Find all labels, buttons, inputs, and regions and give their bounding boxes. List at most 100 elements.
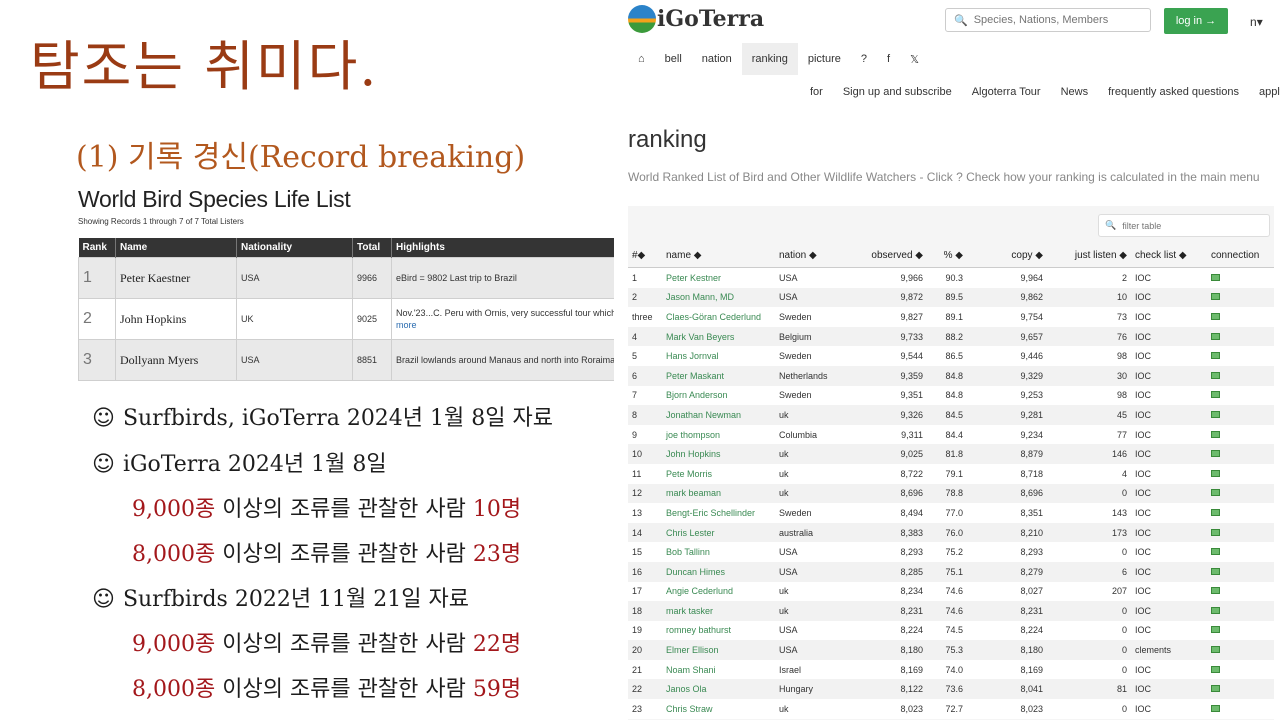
name-cell[interactable]: Claes-Göran Cederlund [662, 307, 775, 327]
language-dropdown[interactable]: n▾ [1250, 15, 1263, 29]
col-percent[interactable]: % ◆ [927, 244, 967, 268]
connection-icon[interactable] [1211, 391, 1220, 399]
name-cell[interactable]: Jason Mann, MD [662, 287, 775, 308]
connection-cell[interactable] [1207, 444, 1274, 464]
name-cell[interactable]: Chris Straw [662, 699, 775, 719]
name-cell[interactable]: Peter Kestner [662, 267, 775, 288]
connection-cell[interactable] [1207, 679, 1274, 700]
home-icon[interactable]: ⌂ [628, 43, 655, 75]
connection-cell[interactable] [1207, 640, 1274, 660]
connection-cell[interactable] [1207, 522, 1274, 543]
connection-icon[interactable] [1211, 450, 1220, 458]
name-cell[interactable]: mark tasker [662, 601, 775, 621]
connection-icon[interactable] [1211, 548, 1220, 556]
filter-input[interactable] [1120, 219, 1265, 232]
name-cell[interactable]: Peter Maskant [662, 365, 775, 386]
nav-nation[interactable]: nation [692, 43, 742, 75]
connection-cell[interactable] [1207, 601, 1274, 621]
col-check-list[interactable]: check list ◆ [1131, 244, 1207, 268]
connection-cell[interactable] [1207, 365, 1274, 386]
connection-cell[interactable] [1207, 307, 1274, 327]
nav-picture[interactable]: picture [798, 43, 851, 75]
connection-icon[interactable] [1211, 606, 1220, 614]
connection-cell[interactable] [1207, 483, 1274, 504]
connection-cell[interactable] [1207, 346, 1274, 366]
search-box[interactable]: 🔍 [945, 8, 1151, 32]
connection-icon[interactable] [1211, 587, 1220, 595]
name-cell[interactable]: John Hopkins [115, 298, 237, 340]
subnav-signup[interactable]: Sign up and subscribe [833, 86, 962, 98]
name-cell[interactable]: Elmer Ellison [662, 640, 775, 660]
name-cell[interactable]: Bob Tallinn [662, 542, 775, 562]
nav-ranking[interactable]: ranking [741, 43, 798, 75]
connection-cell[interactable] [1207, 424, 1274, 445]
col-nationality[interactable]: Nationality [236, 238, 353, 258]
col-observed[interactable]: observed ◆ [855, 244, 927, 268]
subnav-for[interactable]: for [800, 86, 833, 98]
name-cell[interactable]: John Hopkins [662, 444, 775, 464]
connection-icon[interactable] [1211, 312, 1220, 320]
name-cell[interactable]: Bjorn Anderson [662, 385, 775, 406]
col-rank[interactable]: #◆ [628, 244, 662, 268]
connection-icon[interactable] [1211, 489, 1220, 497]
connection-cell[interactable] [1207, 326, 1274, 347]
col-name[interactable]: Name [115, 238, 237, 258]
nav-bell[interactable]: bell [655, 43, 692, 75]
name-cell[interactable]: Jonathan Newman [662, 405, 775, 425]
connection-icon[interactable] [1211, 528, 1220, 536]
connection-icon[interactable] [1211, 685, 1220, 693]
col-total[interactable]: Total [352, 238, 392, 258]
connection-icon[interactable] [1211, 332, 1220, 340]
name-cell[interactable]: Bengt-Eric Schellinder [662, 503, 775, 523]
more-link[interactable]: more [396, 320, 417, 330]
connection-cell[interactable] [1207, 267, 1274, 288]
col-copy[interactable]: copy ◆ [967, 244, 1047, 268]
connection-icon[interactable] [1211, 273, 1220, 281]
connection-cell[interactable] [1207, 659, 1274, 680]
connection-cell[interactable] [1207, 287, 1274, 308]
name-cell[interactable]: Mark Van Beyers [662, 326, 775, 347]
connection-icon[interactable] [1211, 469, 1220, 477]
connection-cell[interactable] [1207, 503, 1274, 523]
name-cell[interactable]: romney bathurst [662, 620, 775, 641]
connection-cell[interactable] [1207, 561, 1274, 582]
connection-icon[interactable] [1211, 352, 1220, 360]
connection-icon[interactable] [1211, 430, 1220, 438]
connection-icon[interactable] [1211, 626, 1220, 634]
subnav-apply[interactable]: apply [1249, 86, 1280, 98]
connection-icon[interactable] [1211, 646, 1220, 654]
col-just-listen[interactable]: just listen ◆ [1047, 244, 1131, 268]
col-nation[interactable]: nation ◆ [775, 244, 855, 268]
name-cell[interactable]: Janos Ola [662, 679, 775, 700]
name-cell[interactable]: Noam Shani [662, 659, 775, 680]
help-icon[interactable]: ? [851, 43, 877, 75]
subnav-faq[interactable]: frequently asked questions [1098, 86, 1249, 98]
connection-icon[interactable] [1211, 371, 1220, 379]
col-name[interactable]: name ◆ [662, 244, 775, 268]
col-rank[interactable]: Rank [78, 238, 116, 258]
name-cell[interactable]: Chris Lester [662, 522, 775, 543]
facebook-icon[interactable]: f [877, 43, 900, 75]
name-cell[interactable]: mark beaman [662, 483, 775, 504]
search-input[interactable] [971, 13, 1146, 27]
name-cell[interactable]: Hans Jornval [662, 346, 775, 366]
connection-cell[interactable] [1207, 581, 1274, 602]
name-cell[interactable]: joe thompson [662, 424, 775, 445]
filter-box[interactable]: 🔍 [1098, 214, 1270, 237]
igoterra-logo[interactable]: iGoTerra [628, 5, 764, 33]
connection-cell[interactable] [1207, 542, 1274, 562]
connection-icon[interactable] [1211, 293, 1220, 301]
login-button[interactable]: log in → [1164, 8, 1228, 34]
name-cell[interactable]: Peter Kaestner [115, 257, 237, 299]
subnav-news[interactable]: News [1051, 86, 1099, 98]
connection-icon[interactable] [1211, 567, 1220, 575]
connection-icon[interactable] [1211, 410, 1220, 418]
name-cell[interactable]: Pete Morris [662, 463, 775, 484]
name-cell[interactable]: Duncan Himes [662, 561, 775, 582]
connection-icon[interactable] [1211, 508, 1220, 516]
connection-icon[interactable] [1211, 704, 1220, 712]
connection-cell[interactable] [1207, 620, 1274, 641]
name-cell[interactable]: Angie Cederlund [662, 581, 775, 602]
name-cell[interactable]: Dollyann Myers [115, 339, 237, 381]
connection-cell[interactable] [1207, 385, 1274, 406]
